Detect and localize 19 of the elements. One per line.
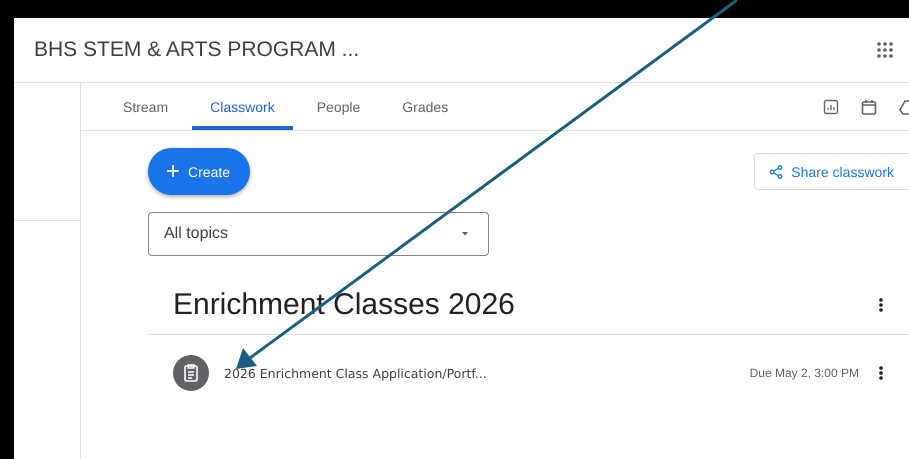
share-icon [769,164,784,178]
tab[interactable]: People [298,83,378,130]
dropdown-caret-icon [460,231,470,237]
assignment-title[interactable]: 2026 Enrichment Class Application/Portf... [224,366,750,380]
apps-grid-icon[interactable] [877,42,893,58]
tab[interactable]: Grades [384,83,466,130]
more-options-icon[interactable] [879,365,883,381]
share-classwork-button[interactable]: Share classwork [754,153,909,190]
topic-heading: Enrichment Classes 2026 [173,288,515,322]
chart-icon[interactable] [823,98,839,114]
more-options-icon[interactable] [879,297,883,313]
due-date: Due May 2, 3:00 PM [750,366,859,380]
tab[interactable]: Stream [105,83,186,130]
class-title: BHS STEM & ARTS PROGRAM ... [34,38,360,62]
topic-dropdown[interactable]: All topics [148,212,489,256]
tab[interactable]: Classwork [192,83,293,130]
assignment-icon [173,355,209,391]
create-button[interactable]: + Create [148,148,250,195]
calendar-icon[interactable] [861,98,877,114]
